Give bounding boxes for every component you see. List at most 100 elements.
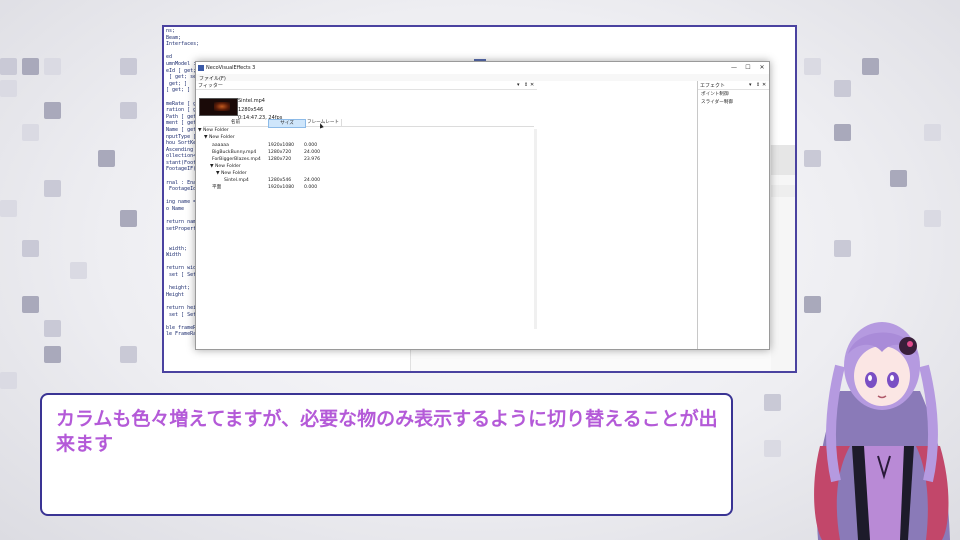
- tree-row[interactable]: Sintel.mp4 1280x546 24.000: [198, 178, 528, 184]
- filter-panel-title: フィッター: [198, 83, 223, 89]
- panel-close-icon[interactable]: ✕: [762, 81, 766, 89]
- tree-row-name: 平面: [212, 185, 222, 190]
- character-figure-icon: [814, 322, 950, 540]
- decor-square: [98, 150, 115, 167]
- decor-square: [120, 210, 137, 227]
- column-size[interactable]: サイズ: [268, 119, 306, 128]
- selected-file-resolution: 1280x546: [238, 106, 264, 113]
- effect-panel-title: エフェクト: [700, 83, 726, 89]
- decor-square: [44, 102, 61, 119]
- tree-row-name: aaaaaa: [212, 143, 229, 148]
- tree-row-name: BigBuckBunny.mp4: [212, 150, 257, 155]
- tree-row-name: ForBiggerBlazes.mp4: [212, 157, 261, 162]
- decor-square: [70, 262, 87, 279]
- code-line: Beam;: [166, 34, 182, 41]
- effect-item-slider-control[interactable]: スライダー制御: [701, 99, 733, 105]
- decor-square: [804, 150, 821, 167]
- filter-panel: フィッター ▾ ⇕ ✕ Sintel.mp4 1280x546 0:14:47.…: [196, 81, 538, 349]
- decor-square: [120, 58, 137, 75]
- thumbnail-glow: [214, 102, 230, 111]
- decor-square: [120, 102, 137, 119]
- tree-row-size: 1280x546: [268, 178, 292, 183]
- decor-square: [890, 170, 907, 187]
- decor-square: [22, 296, 39, 313]
- tree-row-name: ▼ New Folder: [198, 128, 229, 133]
- decor-square: [924, 124, 941, 141]
- app-icon: [198, 65, 204, 71]
- character-illustration: [800, 296, 960, 540]
- decor-square: [834, 124, 851, 141]
- panel-pin-icon[interactable]: ⇕: [756, 81, 760, 89]
- effect-panel: エフェクト ▾ ⇕ ✕ ポイント制御 スライダー制御: [698, 81, 769, 349]
- tree-row[interactable]: 平面 1920x1080 0.000: [198, 185, 528, 191]
- background-window-strip: [771, 145, 795, 175]
- tree-row-framerate: 23.976: [304, 157, 321, 162]
- decor-square: [120, 346, 137, 363]
- tree-row-size: 1920x1080: [268, 143, 295, 148]
- tree-row-size: 1920x1080: [268, 185, 295, 190]
- minimize-button[interactable]: —: [727, 62, 741, 74]
- tree-row[interactable]: ▼ New Folder: [198, 171, 528, 177]
- filter-panel-header: フィッター ▾ ⇕ ✕: [196, 81, 537, 90]
- tree-row[interactable]: aaaaaa 1920x1080 0.000: [198, 143, 528, 149]
- decor-square: [22, 124, 39, 141]
- tree-row-framerate: 24.000: [304, 178, 321, 183]
- panel-menu-icon[interactable]: ▾: [749, 81, 752, 89]
- subtitle-box: カラムも色々増えてますが、必要な物のみ表示するように切り替えることが出来ます: [40, 393, 733, 516]
- tree-row-framerate: 0.000: [304, 185, 318, 190]
- tree-row-name: ▼ New Folder: [216, 171, 247, 176]
- decor-square: [0, 372, 17, 389]
- tree-row-name: ▼ New Folder: [204, 135, 235, 140]
- tree-row[interactable]: ▼ New Folder: [198, 135, 528, 141]
- effect-panel-header: エフェクト ▾ ⇕ ✕: [698, 81, 769, 90]
- tree-row-name: ▼ New Folder: [210, 164, 241, 169]
- tree-row[interactable]: BigBuckBunny.mp4 1280x720 24.000: [198, 150, 528, 156]
- tree-row-framerate: 0.000: [304, 143, 318, 148]
- code-line: Interfaces;: [166, 41, 200, 48]
- panel-pin-icon[interactable]: ⇕: [524, 81, 528, 89]
- tree-row[interactable]: ▼ New Folder: [198, 128, 528, 134]
- decor-square: [22, 58, 39, 75]
- app-window: NecoVisualEffects 3 — ☐ ✕ ファイル(F) フィッター …: [195, 61, 770, 350]
- decor-square: [22, 240, 39, 257]
- column-framerate[interactable]: フレームレート: [305, 119, 342, 126]
- panel-menu-icon[interactable]: ▾: [517, 81, 520, 89]
- title-bar[interactable]: NecoVisualEffects 3 — ☐ ✕: [196, 62, 769, 74]
- code-line: ed: [166, 54, 173, 61]
- decor-square: [0, 58, 17, 75]
- subtitle-text: カラムも色々増えてますが、必要な物のみ表示するように切り替えることが出来ます: [56, 408, 718, 455]
- selected-file-name: Sintel.mp4: [238, 98, 265, 104]
- screen-recording: ns; Beam; Interfaces; ed umnModel : IeId [ g…: [162, 25, 797, 373]
- decor-square: [764, 440, 781, 457]
- decor-square: [44, 58, 61, 75]
- tree-row[interactable]: ForBiggerBlazes.mp4 1280x720 23.976: [198, 157, 528, 163]
- maximize-button[interactable]: ☐: [741, 62, 755, 74]
- code-line: ns;: [166, 28, 176, 34]
- column-name[interactable]: 名前: [203, 119, 269, 126]
- decor-square: [834, 240, 851, 257]
- tree-row-size: 1280x720: [268, 150, 292, 155]
- tree-row-size: 1280x720: [268, 157, 292, 162]
- preview-panel: [537, 81, 698, 349]
- column-header: 名前 サイズ フレームレート: [203, 119, 534, 128]
- tree-row[interactable]: ▼ New Folder: [198, 164, 528, 170]
- decor-square: [44, 346, 61, 363]
- window-title: NecoVisualEffects 3: [206, 65, 256, 71]
- decor-square: [44, 180, 61, 197]
- tree-row-name: Sintel.mp4: [224, 178, 249, 183]
- effect-item-point-control[interactable]: ポイント制御: [701, 91, 729, 97]
- decor-square: [44, 320, 61, 337]
- decor-square: [0, 80, 17, 97]
- panel-close-icon[interactable]: ✕: [530, 81, 534, 89]
- background-window-strip: [771, 185, 795, 197]
- decor-square: [804, 58, 821, 75]
- decor-square: [924, 210, 941, 227]
- decor-square: [0, 200, 17, 217]
- decor-square: [834, 80, 851, 97]
- decor-square: [764, 394, 781, 411]
- video-thumbnail: [199, 98, 238, 116]
- tree-row-framerate: 24.000: [304, 150, 321, 155]
- decor-square: [862, 58, 879, 75]
- close-button[interactable]: ✕: [755, 62, 769, 74]
